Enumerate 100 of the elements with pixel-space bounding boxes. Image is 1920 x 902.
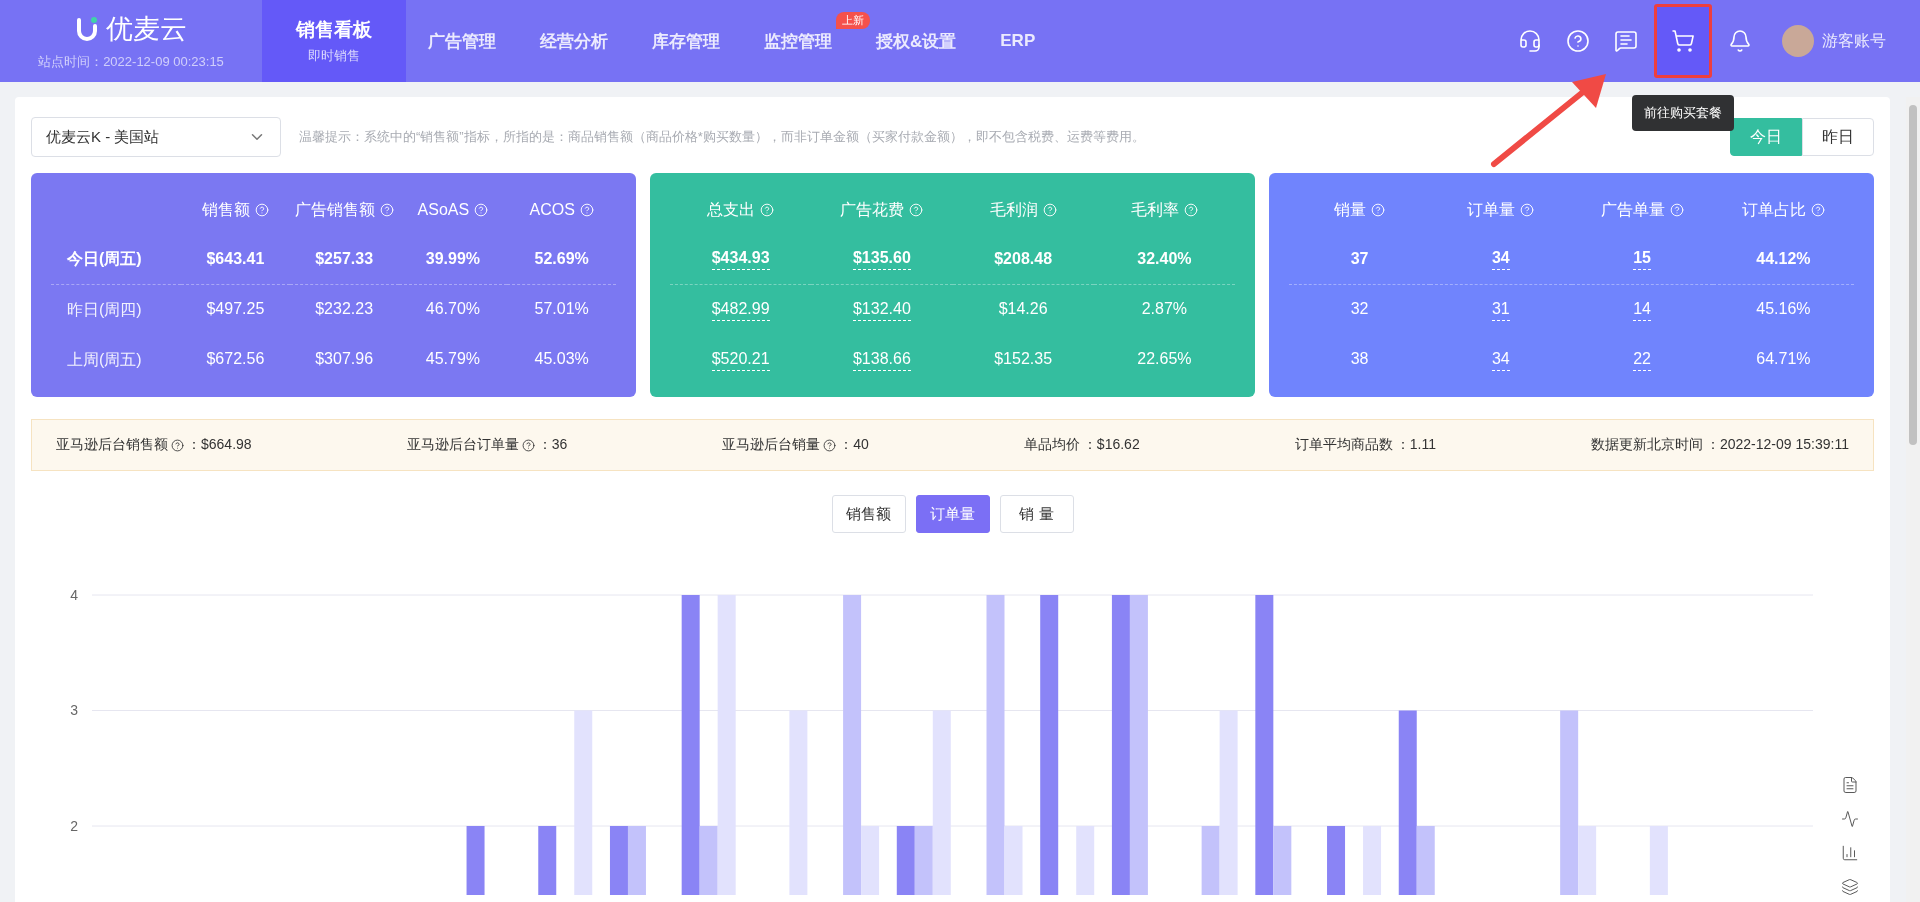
document-icon[interactable]: [1841, 776, 1859, 794]
nav-tab[interactable]: 授权&设置: [876, 0, 957, 82]
value-link[interactable]: 34: [1491, 249, 1510, 270]
axis-label: 3: [70, 702, 78, 719]
help-icon: [474, 203, 489, 217]
nav-subtitle: 即时销售: [308, 47, 360, 65]
value-link[interactable]: 15: [1633, 249, 1651, 270]
column-header: 毛利润: [989, 199, 1038, 220]
value-text: $643.41: [206, 249, 265, 269]
metric-tab[interactable]: 销售额: [831, 495, 906, 533]
layers-icon[interactable]: [1841, 878, 1859, 896]
nav-tab[interactable]: 经营分析: [540, 0, 608, 82]
store-select[interactable]: 优麦云K - 美国站: [31, 117, 281, 157]
value-text: 45.03%: [534, 350, 589, 369]
value-link[interactable]: 34: [1491, 349, 1510, 371]
value-text: 32: [1350, 300, 1369, 319]
nav-tab[interactable]: 广告管理: [428, 0, 496, 82]
value-text: 64.71%: [1756, 350, 1811, 369]
value-text: 45.16%: [1756, 300, 1811, 319]
summary-label: 订单平均商品数: [1294, 436, 1393, 454]
row-label: 上周(周五): [66, 349, 142, 370]
value-text: 39.99%: [425, 249, 480, 269]
site-time: 站点时间：2022-12-09 00:23:15: [38, 53, 224, 71]
value-link[interactable]: 31: [1491, 299, 1510, 321]
summary-value: ：1.11: [1395, 436, 1436, 454]
value-link[interactable]: $434.93: [711, 249, 770, 270]
value-text: $307.96: [315, 350, 374, 369]
bar-chart-icon[interactable]: [1841, 844, 1859, 862]
day-toggle[interactable]: 今日: [1730, 118, 1802, 156]
summary-label: 亚马逊后台销量: [722, 436, 821, 454]
summary-value: ：$664.98: [187, 436, 252, 454]
value-text: $672.56: [206, 350, 265, 369]
cart-icon: [1671, 29, 1695, 53]
row-label: 昨日(周四): [66, 299, 142, 320]
column-header: 销量: [1334, 199, 1367, 220]
summary-label: 单品均价: [1023, 436, 1080, 454]
column-header: 订单占比: [1741, 199, 1806, 220]
new-badge: 上新: [836, 12, 870, 29]
column-header: 总支出: [707, 199, 756, 220]
value-link[interactable]: $135.60: [852, 249, 911, 270]
nav-tab[interactable]: ERP: [1000, 0, 1036, 82]
summary-value: ：$16.62: [1082, 436, 1140, 454]
value-link[interactable]: $482.99: [711, 299, 770, 321]
support-icon: [1518, 29, 1542, 53]
column-header: 毛利率: [1130, 199, 1179, 220]
column-header: ASoAS: [417, 201, 470, 219]
scrollbar[interactable]: [1906, 97, 1920, 902]
help-icon: [1371, 203, 1386, 217]
value-text: 44.12%: [1756, 249, 1811, 269]
help-icon: [1183, 203, 1198, 217]
value-text: 32.40%: [1137, 249, 1192, 269]
logo-text: 优麦云: [105, 13, 187, 46]
value-text: $232.23: [315, 300, 374, 319]
value-text: 22.65%: [1137, 350, 1192, 369]
summary-label: 亚马逊后台销售额: [56, 436, 168, 454]
summary-label: 亚马逊后台订单量: [406, 436, 519, 454]
value-text: 46.70%: [425, 300, 480, 319]
summary-value: ：2022-12-09 15:39:11: [1705, 436, 1849, 454]
line-chart-icon[interactable]: [1841, 810, 1859, 828]
help-icon: [1810, 203, 1825, 217]
day-toggle[interactable]: 昨日: [1802, 118, 1874, 156]
help-icon: [1042, 203, 1057, 217]
value-text: 45.79%: [425, 350, 480, 369]
column-header: 广告花费: [840, 199, 905, 220]
summary-label: 数据更新北京时间: [1590, 436, 1703, 454]
metric-tab[interactable]: 订单量: [915, 495, 990, 533]
value-link[interactable]: $132.40: [852, 299, 911, 321]
help-icon: [1669, 203, 1684, 217]
value-link[interactable]: 14: [1633, 299, 1651, 321]
value-text: $257.33: [315, 249, 374, 269]
help-icon: [1520, 203, 1535, 217]
value-link[interactable]: $520.21: [711, 349, 770, 371]
row-label: 今日(周五): [66, 249, 142, 269]
help-icon: [379, 203, 394, 217]
summary-value: ：40: [839, 436, 869, 454]
account-name[interactable]: 游客账号: [1822, 30, 1886, 52]
metric-tab[interactable]: 销 量: [999, 495, 1074, 533]
help-icon: [1566, 29, 1590, 53]
value-text: $152.35: [994, 350, 1053, 369]
value-text: 57.01%: [534, 300, 589, 319]
nav-tab[interactable]: 销售看板 即时销售: [262, 0, 406, 82]
value-text: 38: [1350, 350, 1369, 369]
axis-label: 2: [70, 818, 78, 834]
value-link[interactable]: $138.66: [852, 349, 911, 371]
nav-tab[interactable]: 监控管理: [764, 0, 832, 82]
summary-value: ：36: [537, 436, 568, 454]
tooltip: 前往购买套餐: [1632, 95, 1734, 131]
value-text: 2.87%: [1141, 300, 1188, 319]
column-header: 广告单量: [1600, 199, 1665, 220]
logo-icon: [75, 16, 98, 42]
help-icon: [909, 203, 924, 217]
column-header: ACOS: [529, 201, 575, 219]
value-text: $208.48: [994, 249, 1053, 269]
value-link[interactable]: 22: [1633, 349, 1651, 371]
column-header: 订单量: [1467, 199, 1516, 220]
value-text: $14.26: [998, 300, 1048, 319]
axis-label: 4: [70, 587, 78, 603]
hint-text: 温馨提示：系统中的“销售额”指标，所指的是：商品销售额（商品价格*购买数量），而非订单金额（买家付款金额），即不包含税费、运费等费用。: [299, 128, 1146, 146]
nav-tab[interactable]: 库存管理: [652, 0, 720, 82]
help-icon: [254, 203, 269, 217]
